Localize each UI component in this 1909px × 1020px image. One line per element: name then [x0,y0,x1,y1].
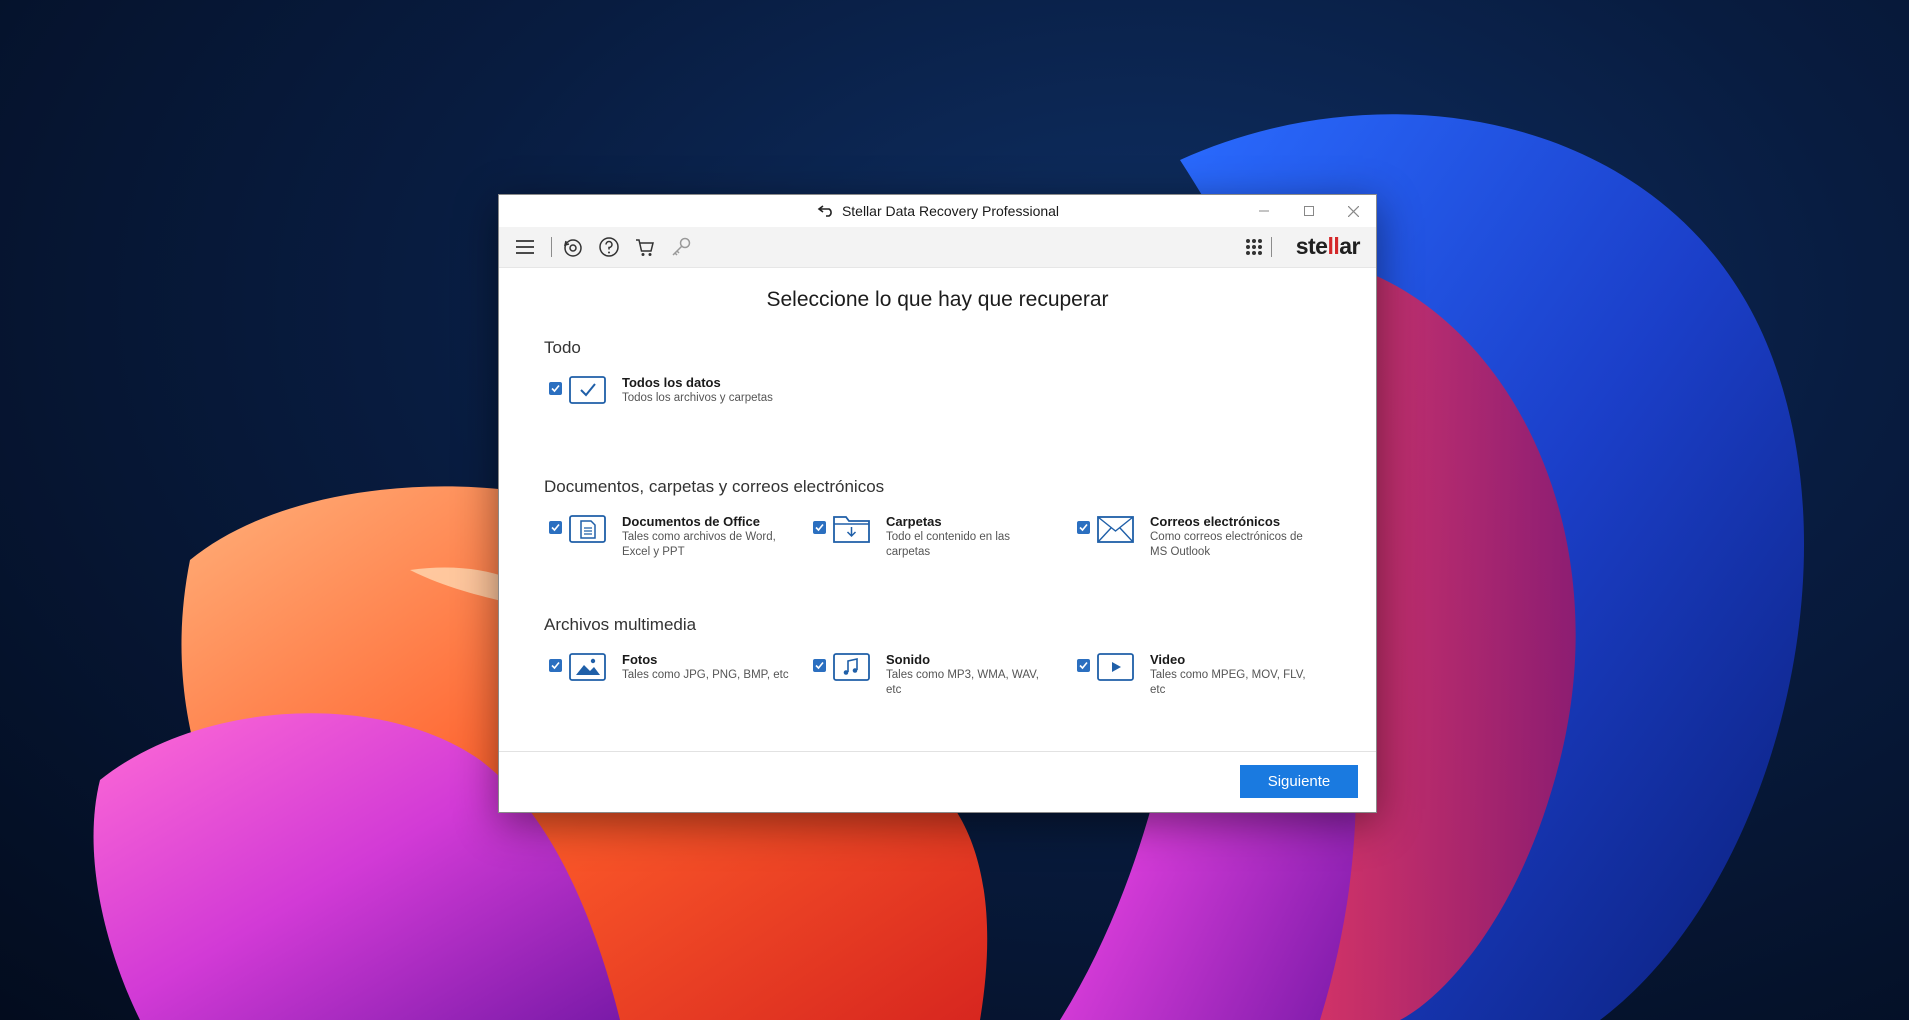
option-description: Tales como MPEG, MOV, FLV, etc [1150,669,1306,696]
option-documentos-office[interactable]: Documentos de Office Tales como archivos… [544,514,794,564]
page-title: Seleccione lo que hay que recuperar [766,288,1109,311]
checkbox[interactable] [813,659,826,672]
video-icon [1097,652,1135,682]
close-icon [1348,205,1359,217]
option-todos-los-datos[interactable]: Todos los datos Todos los archivos y car… [544,375,794,425]
app-window: Stellar Data Recovery Professional stell… [498,194,1377,813]
apps-grid-icon[interactable] [1242,235,1266,259]
option-label: Video [1150,652,1186,667]
option-description: Tales como MP3, WMA, WAV, etc [886,669,1039,696]
option-fotos[interactable]: Fotos Tales como JPG, PNG, BMP, etc [544,652,794,702]
photo-icon [569,652,607,682]
music-icon [833,652,871,682]
footer: Siguiente [499,751,1376,812]
window-title: Stellar Data Recovery Professional [841,203,1060,219]
section-title-todo: Todo [544,338,581,357]
title-bar: Stellar Data Recovery Professional [499,195,1376,227]
document-icon [569,514,607,544]
checkbox[interactable] [1077,521,1090,534]
checkbox[interactable] [549,659,562,672]
checkbox[interactable] [1077,659,1090,672]
checkbox[interactable] [549,382,562,395]
envelope-icon [1097,514,1135,544]
maximize-button[interactable] [1286,195,1331,227]
window-controls [1241,195,1376,227]
option-video[interactable]: Video Tales como MPEG, MOV, FLV, etc [1072,652,1322,702]
option-label: Fotos [622,652,658,667]
option-description: Todos los archivos y carpetas [622,392,773,404]
stellar-logo: stellar [1295,233,1361,259]
minimize-icon [1258,210,1269,212]
option-description: Tales como archivos de Word, Excel y PPT [622,531,776,558]
checkbox[interactable] [813,521,826,534]
option-correos[interactable]: Correos electrónicos Como correos electr… [1072,514,1322,564]
checkmark-box-icon [569,375,607,405]
option-description: Todo el contenido en las carpetas [886,531,1011,558]
section-title-multimedia: Archivos multimedia [544,615,697,634]
maximize-icon [1303,206,1314,216]
key-icon[interactable] [669,235,693,259]
option-description: Como correos electrónicos de MS Outlook [1150,531,1303,558]
option-label: Sonido [886,652,931,667]
option-description: Tales como JPG, PNG, BMP, etc [622,669,789,681]
recover-icon[interactable] [561,235,585,259]
next-button[interactable]: Siguiente [1240,765,1358,798]
toolbar-divider-right [1271,237,1272,257]
app-logo-icon [816,204,836,220]
option-sonido[interactable]: Sonido Tales como MP3, WMA, WAV, etc [808,652,1058,702]
section-title-documents: Documentos, carpetas y correos electróni… [544,477,885,496]
toolbar-divider [551,237,552,257]
option-label: Todos los datos [622,375,721,390]
option-label: Documentos de Office [622,514,760,529]
checkbox[interactable] [549,521,562,534]
help-icon[interactable] [597,235,621,259]
close-button[interactable] [1331,195,1376,227]
option-label: Carpetas [886,514,942,529]
menu-icon[interactable] [513,235,537,259]
folder-icon [833,514,871,544]
option-carpetas[interactable]: Carpetas Todo el contenido en las carpet… [808,514,1058,564]
main-content: Seleccione lo que hay que recuperar Todo… [499,268,1376,752]
toolbar: stellar [499,227,1376,268]
option-label: Correos electrónicos [1150,514,1281,529]
cart-icon[interactable] [633,235,657,259]
minimize-button[interactable] [1241,195,1286,227]
